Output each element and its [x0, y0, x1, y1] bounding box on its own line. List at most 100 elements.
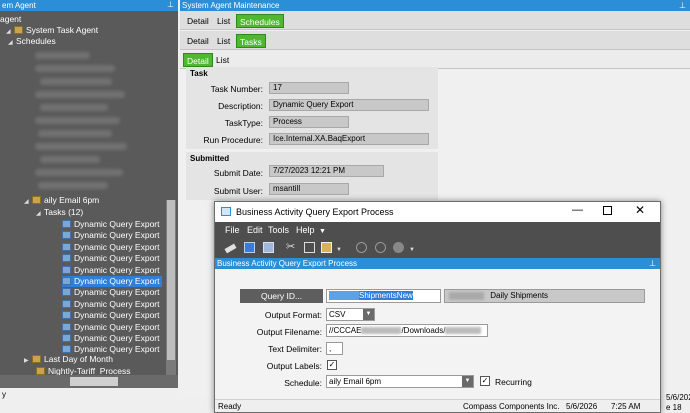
menu-help[interactable]: Help [296, 225, 315, 235]
task-icon [62, 231, 71, 240]
run-procedure-field[interactable]: Ice.Internal.XA.BaqExport [269, 133, 429, 145]
toolbar: ✂ ▼ ▼ [215, 238, 660, 258]
chevron-down-icon[interactable]: ▼ [336, 247, 347, 258]
task-number-field[interactable]: 17 [269, 82, 349, 94]
pin-icon[interactable]: ⊥ [649, 258, 656, 269]
task-item[interactable]: Dynamic Query Export [62, 276, 162, 287]
copy-icon[interactable] [304, 242, 315, 253]
text-delimiter-label: Text Delimiter: [268, 344, 322, 354]
pin-icon[interactable]: ⊥ [679, 0, 686, 11]
query-description-field: Daily Shipments [444, 289, 645, 303]
submit-date-field[interactable]: 7/27/2023 12:21 PM [269, 165, 384, 177]
task-icon [62, 345, 71, 354]
output-format-label: Output Format: [264, 310, 322, 320]
pin-icon[interactable]: ⊥ [167, 0, 174, 9]
chevron-down-icon[interactable]: ▼ [409, 247, 420, 258]
right-panel-title-text: System Agent Maintenance [182, 1, 280, 10]
stop-icon[interactable] [393, 242, 404, 253]
recurring-checkbox[interactable]: ✓ [480, 376, 490, 386]
menu-tools[interactable]: Tools [268, 225, 289, 235]
task-item[interactable]: Dynamic Query Export [62, 299, 160, 310]
query-id-field[interactable]: ShipmentsNew [326, 289, 441, 303]
submit-user-label: Submit User: [213, 186, 263, 196]
blurred-item [445, 327, 482, 335]
task-item[interactable]: Dynamic Query Export [62, 230, 160, 241]
tree-root[interactable]: agent [0, 14, 21, 25]
maximize-icon[interactable] [603, 206, 612, 215]
task-item[interactable]: Dynamic Query Export [62, 253, 160, 264]
task-item[interactable]: Dynamic Query Export [62, 242, 160, 253]
tab-detail[interactable]: Detail [184, 34, 212, 48]
task-item[interactable]: Dynamic Query Export [62, 322, 160, 333]
folder-icon [32, 355, 41, 363]
task-item-label: Dynamic Query Export [74, 219, 160, 229]
tab-row-1: Detail List Schedules [180, 11, 690, 30]
text-delimiter-field[interactable]: , [326, 342, 343, 355]
right-panel-title: System Agent Maintenance ⊥ [180, 0, 690, 11]
output-labels-label: Output Labels: [266, 361, 322, 371]
submit-user-field[interactable]: msantill [269, 183, 349, 195]
group-title-submitted: Submitted [190, 154, 230, 163]
tree-root-label: agent [0, 14, 22, 24]
menu-edit[interactable]: Edit [247, 225, 263, 235]
tab-schedules[interactable]: Schedules [236, 14, 284, 28]
query-id-value: ShipmentsNew [359, 291, 413, 300]
blurred-item [35, 169, 123, 176]
chevron-down-icon[interactable]: ▼ [363, 309, 374, 320]
blurred-item [35, 65, 115, 72]
task-icon [62, 288, 71, 297]
output-labels-checkbox[interactable]: ✓ [327, 360, 337, 370]
forward-icon[interactable] [375, 242, 386, 253]
dialog-titlebar[interactable]: Business Activity Query Export Process —… [215, 202, 660, 222]
chevron-down-icon[interactable]: ▼ [319, 228, 326, 235]
back-icon[interactable] [356, 242, 367, 253]
tree-item-schedules[interactable]: ◢ Schedules [8, 36, 56, 49]
chevron-down-icon[interactable]: ▼ [462, 376, 473, 387]
task-item-label: Dynamic Query Export [74, 333, 160, 343]
task-icon [62, 277, 71, 285]
tab-detail[interactable]: Detail [183, 53, 213, 67]
task-icon [62, 242, 71, 251]
query-id-button[interactable]: Query ID... [240, 289, 323, 303]
description-field[interactable]: Dynamic Query Export [269, 99, 429, 111]
tab-tasks[interactable]: Tasks [236, 34, 266, 48]
collapse-icon[interactable]: ◢ [36, 209, 44, 220]
tree-item-label: Tasks (12) [44, 207, 84, 217]
expand-icon[interactable]: ▶ [24, 356, 32, 367]
scroll-thumb[interactable] [70, 377, 118, 386]
task-item[interactable]: Dynamic Query Export [62, 219, 160, 230]
tree-item-label: Schedules [16, 36, 56, 46]
menu-bar: File Edit Tools Help ▼ [215, 222, 660, 238]
task-item[interactable]: Dynamic Query Export [62, 310, 160, 321]
tree-panel-title-text: em Agent [2, 1, 36, 10]
tasktype-field[interactable]: Process [269, 116, 349, 128]
tab-list[interactable]: List [214, 34, 233, 48]
blurred-item [361, 327, 402, 335]
task-item[interactable]: Dynamic Query Export [62, 265, 160, 276]
collapse-icon[interactable]: ◢ [24, 197, 32, 208]
minimize-icon[interactable]: — [572, 204, 583, 216]
tab-list[interactable]: List [214, 14, 233, 28]
tree-panel: em Agent ⊥ agent ◢ System Task Agent ◢ Sch… [0, 0, 178, 413]
collapse-icon[interactable]: ◢ [8, 38, 16, 49]
output-filename-field[interactable]: //CCCAE/Downloads/ [326, 324, 488, 337]
save-icon[interactable] [244, 242, 255, 253]
print-icon[interactable] [263, 242, 274, 253]
blurred-item [40, 104, 108, 111]
menu-file[interactable]: File [225, 225, 240, 235]
tab-detail[interactable]: Detail [184, 14, 212, 28]
task-item[interactable]: Dynamic Query Export [62, 287, 160, 298]
schedule-select[interactable]: aily Email 6pm ▼ [326, 375, 474, 388]
status-date: 5/6/2026 [566, 402, 598, 411]
paste-icon[interactable] [321, 242, 332, 253]
close-icon[interactable]: ✕ [635, 203, 645, 217]
output-format-select[interactable]: CSV ▼ [326, 308, 375, 321]
filename-part-2: /Downloads/ [401, 326, 446, 335]
cut-icon[interactable]: ✂ [286, 240, 297, 253]
task-item-label: Dynamic Query Export [74, 241, 160, 252]
task-item-label: Dynamic Query Export [74, 344, 160, 355]
tab-list[interactable]: List [213, 53, 232, 67]
task-item[interactable]: Dynamic Query Export [62, 333, 160, 344]
scroll-thumb[interactable] [167, 200, 175, 360]
clear-icon[interactable] [224, 243, 237, 254]
